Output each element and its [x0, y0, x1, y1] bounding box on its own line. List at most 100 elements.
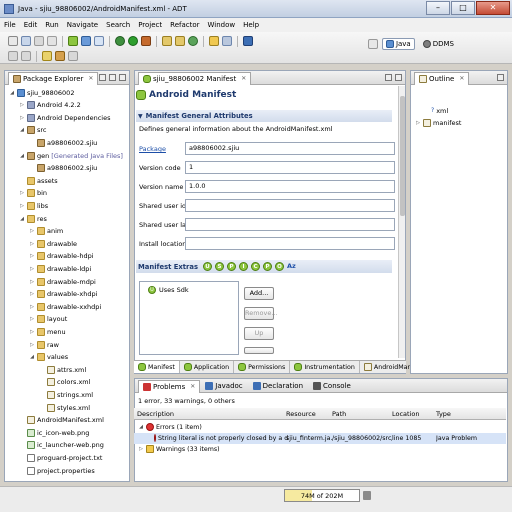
expand-arrow-icon[interactable]: ▷ [29, 342, 35, 348]
java-perspective-button[interactable]: Java [381, 38, 415, 50]
collapse-arrow-icon[interactable]: ◢ [9, 90, 15, 96]
tree-item[interactable]: ▷ drawable-hdpi [29, 251, 94, 262]
menu-edit[interactable]: Edit [24, 21, 38, 29]
collapse-arrow-icon[interactable]: ◢ [29, 354, 35, 360]
menu-help[interactable]: Help [243, 21, 259, 29]
column-path[interactable]: Path [332, 410, 346, 418]
tree-item[interactable]: ▷ drawable-xxhdpi [29, 301, 101, 312]
tab-problems[interactable]: Problems ✕ [138, 379, 201, 393]
expand-arrow-icon[interactable]: ▷ [29, 241, 35, 247]
field-input-install-location[interactable] [185, 237, 395, 250]
tree-item[interactable]: ▷ raw [29, 339, 59, 350]
close-tab-icon[interactable]: ✕ [459, 75, 464, 82]
ddms-perspective-button[interactable]: DDMS [419, 38, 458, 50]
manifest-extras-list[interactable]: U Uses Sdk [139, 281, 239, 355]
search-icon[interactable] [222, 36, 232, 46]
heap-status[interactable]: 74M of 202M [284, 489, 360, 502]
maximize-button[interactable]: □ [451, 1, 475, 15]
extras-add-element-icon[interactable]: S [215, 262, 225, 271]
tab-declaration[interactable]: Declaration [248, 381, 308, 390]
tree-item[interactable]: ic_launcher-web.png [19, 440, 104, 451]
tree-item[interactable]: AndroidManifest.xml [19, 415, 104, 426]
column-location[interactable]: Location [392, 410, 420, 418]
next-annotation-icon[interactable] [8, 51, 18, 61]
tree-item[interactable]: styles.xml [39, 402, 90, 413]
tab-instrumentation[interactable]: Instrumentation [290, 361, 360, 373]
tab-outline[interactable]: Outline ✕ [414, 71, 470, 85]
field-input-shared-user-id[interactable] [185, 199, 395, 212]
menu-navigate[interactable]: Navigate [67, 21, 98, 29]
new-class-icon[interactable] [188, 36, 198, 46]
pointer-icon[interactable] [243, 36, 253, 46]
extras-add-element-icon[interactable]: C [251, 262, 261, 271]
extras-add-element-icon[interactable]: U [203, 262, 213, 271]
tree-item[interactable]: ▷ drawable-xhdpi [29, 289, 97, 300]
external-tools-icon[interactable] [141, 36, 151, 46]
previous-annotation-icon[interactable] [21, 51, 31, 61]
open-perspective-icon[interactable] [367, 39, 378, 49]
expand-arrow-icon[interactable]: ▷ [29, 291, 35, 297]
extras-add-element-icon[interactable]: O [275, 262, 285, 271]
tab-console[interactable]: Console [308, 381, 356, 390]
minimize-view-icon[interactable] [385, 74, 392, 81]
expand-arrow-icon[interactable]: ▷ [138, 446, 144, 452]
remove-button[interactable]: Remove... [244, 307, 278, 320]
expand-arrow-icon[interactable]: ▷ [29, 329, 35, 335]
tree-item[interactable]: ◢ sjiu_98806002 [9, 87, 74, 98]
field-input-package[interactable]: a98806002.sjiu [185, 142, 395, 155]
table-row[interactable]: ▷ Warnings (33 items) [134, 444, 506, 455]
tree-item[interactable]: ▷ bin [19, 188, 47, 199]
tree-item[interactable]: a98806002.sjiu [29, 163, 97, 174]
tab-permissions[interactable]: Permissions [234, 361, 291, 373]
forward-arrow-icon[interactable] [68, 51, 78, 61]
minimize-view-icon[interactable] [497, 74, 504, 81]
tree-item[interactable]: ▷ anim [29, 226, 63, 237]
tab-manifest-editor[interactable]: sjiu_98806002 Manifest ✕ [138, 71, 252, 85]
tree-item[interactable]: attrs.xml [39, 364, 86, 375]
tree-item[interactable]: ◢ src [19, 125, 47, 136]
tree-item[interactable]: ▷ layout [29, 314, 67, 325]
field-label-package[interactable]: Package [139, 145, 166, 153]
column-type[interactable]: Type [436, 410, 451, 418]
tab-manifest[interactable]: Manifest [134, 361, 180, 373]
tree-item[interactable]: strings.xml [39, 389, 93, 400]
tree-item[interactable]: ◢ gen [Generated Java Files] [19, 150, 123, 161]
extras-add-element-icon[interactable]: P [263, 262, 273, 271]
expand-arrow-icon[interactable]: ▷ [29, 266, 35, 272]
menu-file[interactable]: File [4, 21, 16, 29]
back-arrow-icon[interactable] [55, 51, 65, 61]
list-item[interactable]: U Uses Sdk [148, 286, 189, 294]
maximize-view-icon[interactable] [395, 74, 402, 81]
menu-window[interactable]: Window [208, 21, 236, 29]
down-button[interactable] [244, 347, 274, 354]
tree-item[interactable]: ▷ drawable [29, 238, 77, 249]
tree-item[interactable]: ic_icon-web.png [19, 427, 89, 438]
column-description[interactable]: Description [137, 410, 174, 418]
tree-item[interactable]: ▷ libs [19, 200, 48, 211]
view-menu-icon[interactable] [119, 74, 126, 81]
tree-item[interactable]: ▷ Android 4.2.2 [19, 100, 81, 111]
expand-arrow-icon[interactable]: ▷ [29, 253, 35, 259]
save-all-icon[interactable] [34, 36, 44, 46]
close-tab-icon[interactable]: ✕ [241, 75, 246, 82]
link-with-editor-icon[interactable] [109, 74, 116, 81]
expand-arrow-icon[interactable]: ▷ [29, 279, 35, 285]
expand-arrow-icon[interactable]: ▷ [415, 120, 421, 126]
debug-icon[interactable] [115, 36, 125, 46]
outline-item-xml[interactable]: ? xml [423, 105, 448, 116]
new-package-icon[interactable] [175, 36, 185, 46]
expand-arrow-icon[interactable]: ▷ [19, 203, 25, 209]
menu-run[interactable]: Run [45, 21, 58, 29]
menu-refactor[interactable]: Refactor [170, 21, 199, 29]
column-resource[interactable]: Resource [286, 410, 316, 418]
extras-add-element-icon[interactable]: I [239, 262, 249, 271]
table-row[interactable]: ◢ Errors (1 item) [134, 422, 506, 433]
tree-item[interactable]: ▷ drawable-mdpi [29, 276, 96, 287]
tree-item[interactable]: colors.xml [39, 377, 90, 388]
close-tab-icon[interactable]: ✕ [190, 383, 195, 390]
editor-scrollbar[interactable] [398, 86, 405, 358]
tree-item[interactable]: ◢ values [29, 352, 68, 363]
expand-arrow-icon[interactable]: ▷ [29, 228, 35, 234]
extras-add-element-icon[interactable]: P [227, 262, 237, 271]
collapse-all-icon[interactable] [99, 74, 106, 81]
